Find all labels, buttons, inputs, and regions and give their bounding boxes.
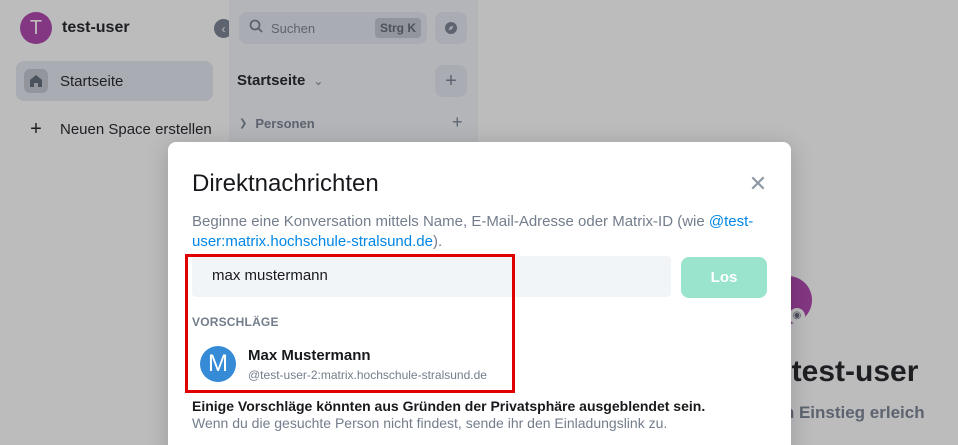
dialog-description: Beginne eine Konversation mittels Name, …	[192, 212, 772, 252]
close-icon[interactable]: ✕	[746, 171, 770, 196]
go-button[interactable]: Los	[681, 257, 767, 298]
invite-note: Wenn du die gesuchte Person nicht findes…	[192, 415, 668, 431]
dialog-title: Direktnachrichten	[192, 170, 379, 197]
description-suffix: ).	[432, 233, 443, 250]
highlight-annotation	[185, 254, 515, 393]
privacy-note: Einige Vorschläge könnten aus Gründen de…	[192, 398, 706, 414]
description-text: Beginne eine Konversation mittels Name, …	[192, 213, 709, 230]
